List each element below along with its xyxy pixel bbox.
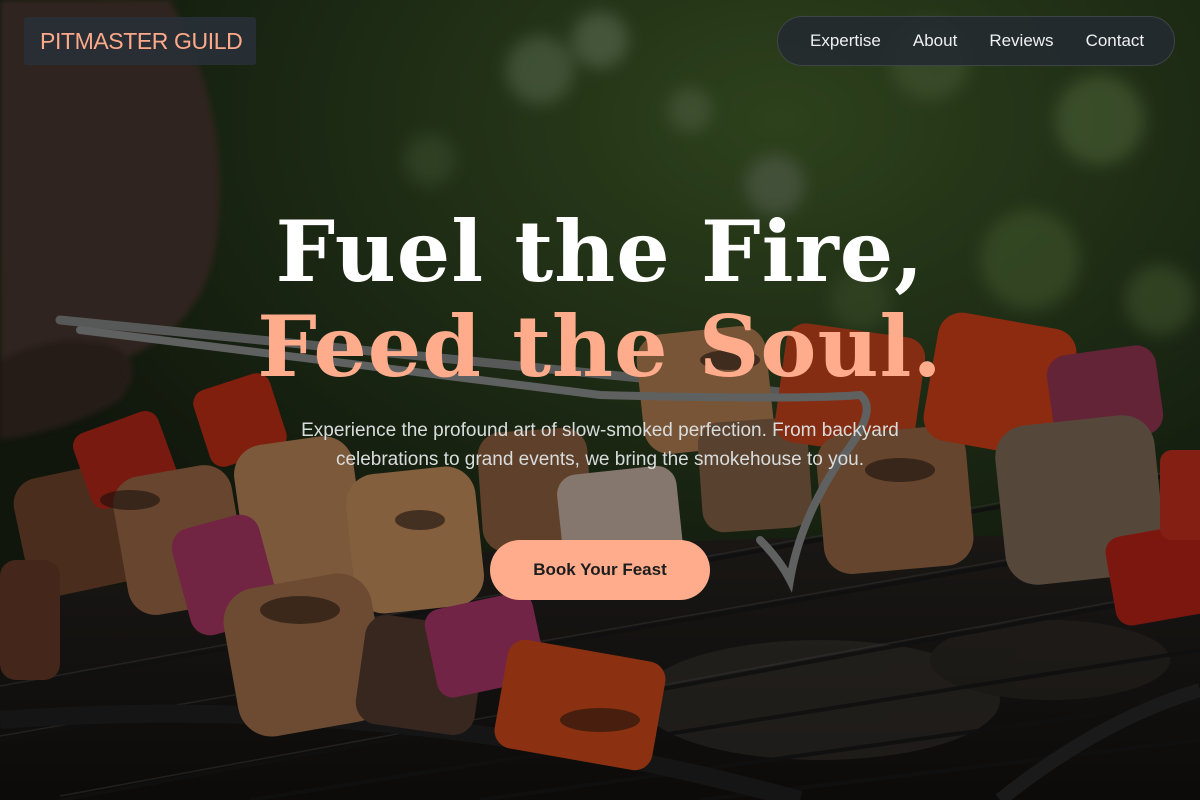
hero-section: PITMASTER GUILD Expertise About Reviews … [0,0,1200,800]
main-nav: Expertise About Reviews Contact [777,16,1175,66]
dark-overlay [0,0,1200,800]
logo-text: PITMASTER GUILD [40,27,243,54]
book-your-feast-button[interactable]: Book Your Feast [490,540,710,600]
hero-subtext: Experience the profound art of slow-smok… [301,420,899,470]
nav-link-reviews[interactable]: Reviews [989,31,1053,51]
headline-line-2: Feed the Soul. [257,297,943,396]
headline-line-1: Fuel the Fire, [275,202,925,301]
site-logo[interactable]: PITMASTER GUILD [24,17,256,65]
nav-link-expertise[interactable]: Expertise [810,31,881,51]
nav-link-about[interactable]: About [913,31,957,51]
nav-link-contact[interactable]: Contact [1086,31,1145,51]
